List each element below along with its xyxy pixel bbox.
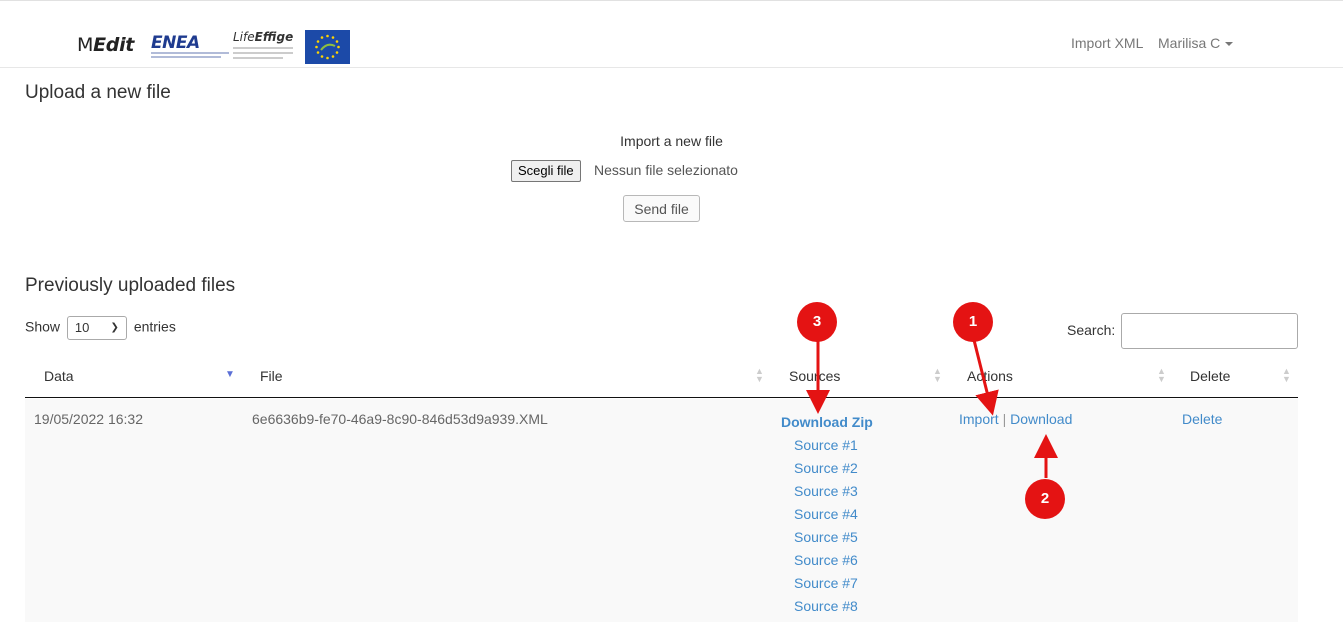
import-file-label: Import a new file — [620, 133, 723, 149]
chevron-down-icon: ❯ — [110, 322, 119, 333]
enea-logo-text: ENEA — [151, 33, 200, 53]
life-effige-logo: LifeEffige — [233, 30, 305, 64]
column-header-actions[interactable]: Actions — [967, 368, 1013, 384]
sort-desc-icon[interactable]: ▼ — [225, 370, 235, 380]
sort-icon[interactable]: ▲ ▼ — [1157, 367, 1166, 384]
source-link-3[interactable]: Source #3 — [780, 480, 873, 503]
user-menu[interactable]: Marilisa C — [1158, 35, 1234, 51]
column-header-sources[interactable]: Sources — [789, 368, 840, 384]
delete-link[interactable]: Delete — [1182, 411, 1222, 427]
sources-list: Download Zip Source #1 Source #2 Source … — [780, 411, 873, 618]
sort-icon[interactable]: ▲ ▼ — [755, 367, 764, 384]
annotation-marker-1: 1 — [953, 302, 993, 342]
eu-stars-icon — [315, 34, 340, 60]
medit-logo[interactable]: MEdit — [77, 34, 134, 56]
source-link-8[interactable]: Source #8 — [780, 595, 873, 618]
row-actions: Import | Download — [959, 411, 1072, 427]
search-label: Search: — [1067, 322, 1116, 338]
enea-logo: ENEA — [151, 33, 229, 65]
no-file-selected-text: Nessun file selezionato — [594, 162, 738, 178]
download-zip-link[interactable]: Download Zip — [780, 411, 873, 434]
source-link-7[interactable]: Source #7 — [780, 572, 873, 595]
sort-icon[interactable]: ▲ ▼ — [1282, 367, 1291, 384]
import-xml-link[interactable]: Import XML — [1071, 35, 1143, 51]
source-link-6[interactable]: Source #6 — [780, 549, 873, 572]
annotation-marker-2: 2 — [1025, 479, 1065, 519]
source-link-4[interactable]: Source #4 — [780, 503, 873, 526]
upload-heading: Upload a new file — [25, 82, 171, 103]
column-header-data[interactable]: Data — [44, 368, 74, 384]
source-link-5[interactable]: Source #5 — [780, 526, 873, 549]
choose-file-button[interactable]: Scegli file — [511, 160, 581, 182]
source-link-1[interactable]: Source #1 — [780, 434, 873, 457]
action-separator: | — [1002, 411, 1007, 427]
previous-files-heading: Previously uploaded files — [25, 275, 236, 296]
table-row: 19/05/2022 16:32 6e6636b9-fe70-46a9-8c90… — [25, 399, 1298, 622]
row-filename: 6e6636b9-fe70-46a9-8c90-846d53d9a939.XML — [252, 411, 548, 427]
source-link-2[interactable]: Source #2 — [780, 457, 873, 480]
column-header-delete[interactable]: Delete — [1190, 368, 1230, 384]
search-input[interactable] — [1121, 313, 1298, 349]
entries-select[interactable]: 10 ❯ — [66, 316, 127, 340]
sort-icon[interactable]: ▲ ▼ — [933, 367, 942, 384]
download-link[interactable]: Download — [1010, 411, 1072, 427]
top-navbar: MEdit ENEA LifeEffige Import XML Marilis… — [0, 0, 1343, 68]
annotation-marker-3: 3 — [797, 302, 837, 342]
import-link[interactable]: Import — [959, 411, 999, 427]
show-entries-control: Show 10 ❯ entries — [25, 316, 176, 340]
table-header: Data ▼ File ▲ ▼ Sources ▲ ▼ Actions ▲ ▼ Del… — [25, 358, 1298, 398]
caret-down-icon — [1225, 42, 1234, 47]
send-file-button[interactable]: Send file — [623, 195, 700, 222]
column-header-file[interactable]: File — [260, 368, 283, 384]
row-date: 19/05/2022 16:32 — [34, 411, 143, 427]
eu-flag-logo — [305, 30, 350, 64]
